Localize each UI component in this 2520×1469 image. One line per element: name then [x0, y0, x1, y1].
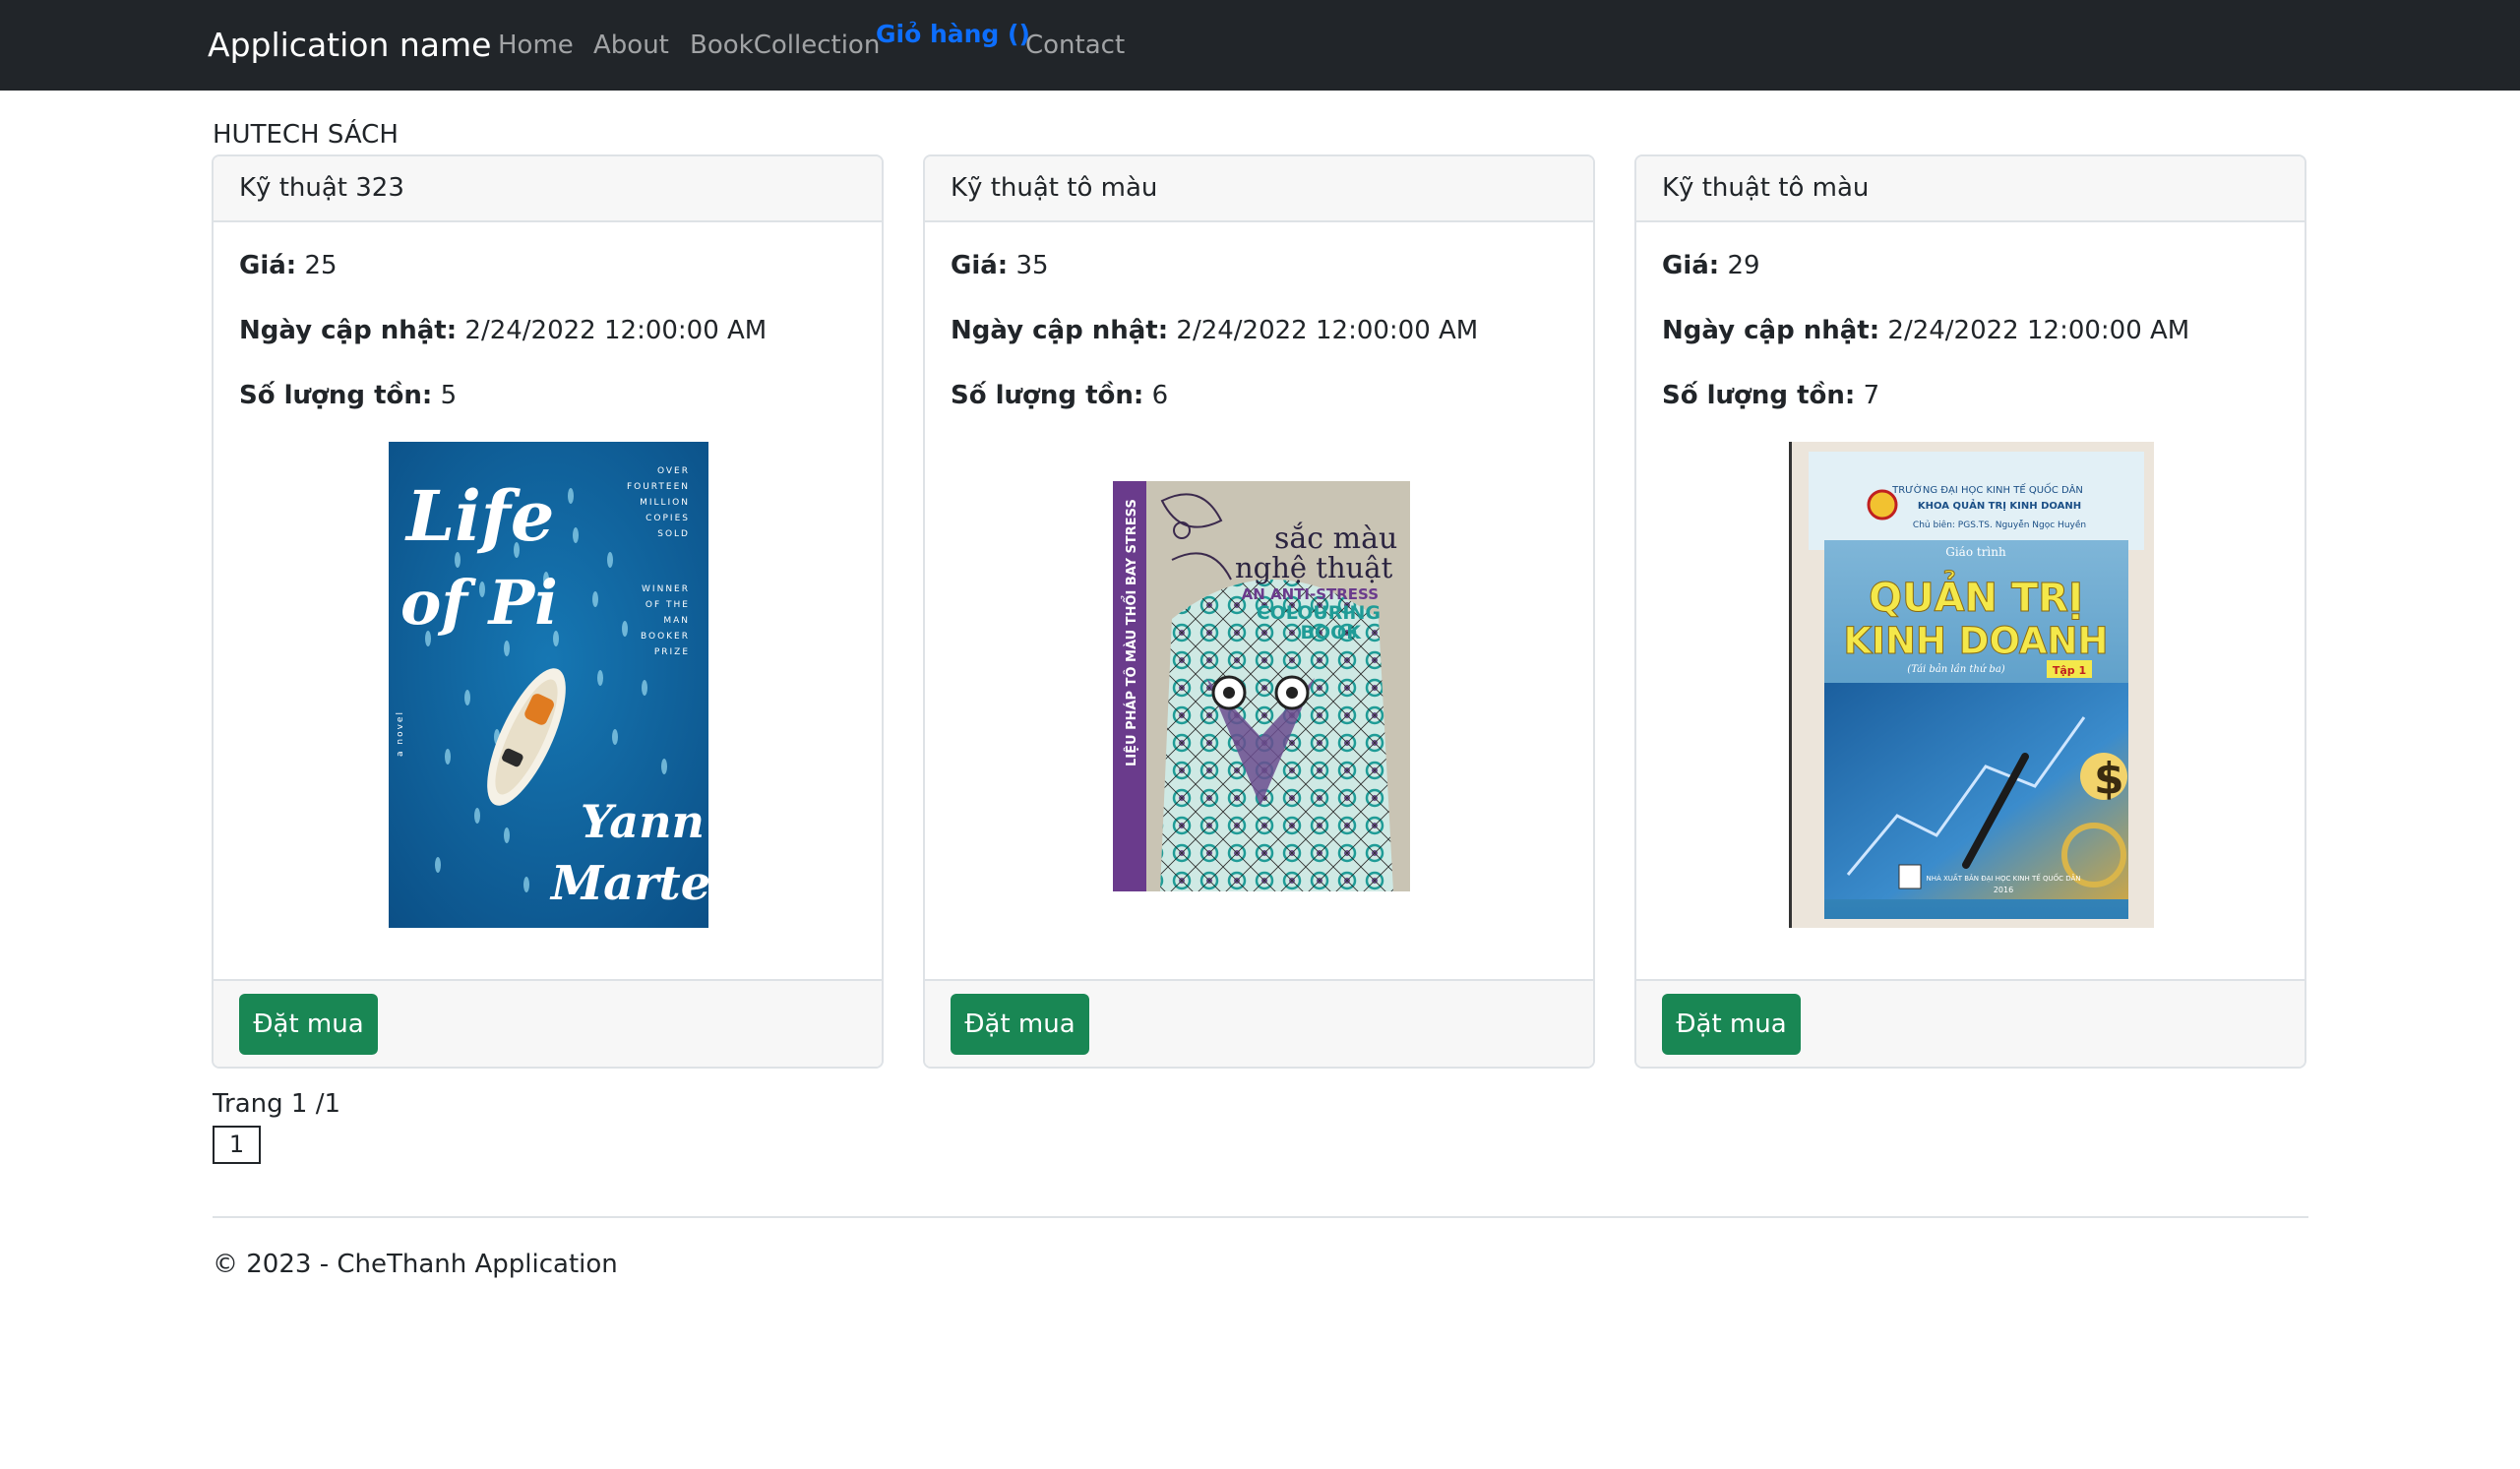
- cover-tagline: PRIZE: [654, 647, 690, 657]
- brand-link[interactable]: Application name: [208, 26, 491, 64]
- stock-field: Số lượng tồn: 6: [951, 381, 1168, 410]
- card-header: Kỹ thuật tô màu: [925, 156, 1593, 222]
- page-heading: HUTECH SÁCH: [213, 120, 399, 150]
- updated-field: Ngày cập nhật: 2/24/2022 12:00:00 AM: [1662, 316, 2189, 345]
- nav-link-home[interactable]: Home: [498, 31, 574, 60]
- buy-button[interactable]: Đặt mua: [951, 994, 1089, 1055]
- cover-subtitle-line3: BOOK: [1300, 622, 1362, 643]
- book-title: Kỹ thuật 323: [239, 173, 404, 203]
- cover-school: TRƯỜNG ĐẠI HỌC KINH TẾ QUỐC DÂN: [1891, 482, 2083, 496]
- price-value: 29: [1727, 251, 1760, 280]
- buy-button[interactable]: Đặt mua: [239, 994, 378, 1055]
- cover-editor: Chủ biên: PGS.TS. Nguyễn Ngọc Huyền: [1913, 520, 2086, 530]
- nav-link-cart[interactable]: Giỏ hàng (): [876, 20, 1030, 48]
- cover-author-line2: Martel: [549, 856, 708, 911]
- cover-side-text: a novel: [396, 710, 405, 757]
- cover-tagline: MILLION: [640, 498, 690, 508]
- stock-field: Số lượng tồn: 7: [1662, 381, 1879, 410]
- cover-tagline: COPIES: [645, 514, 690, 523]
- stock-label: Số lượng tồn:: [951, 381, 1144, 410]
- price-value: 35: [1015, 251, 1049, 280]
- buy-button[interactable]: Đặt mua: [1662, 994, 1801, 1055]
- stock-label: Số lượng tồn:: [239, 381, 433, 410]
- nav-link-book-collection[interactable]: BookCollection: [690, 31, 880, 60]
- book-title: Kỹ thuật tô màu: [951, 173, 1158, 203]
- book-cover-image: $ TRƯỜNG ĐẠI HỌC KINH TẾ QUỐC DÂN KHOA Q…: [1789, 442, 2154, 928]
- cover-volume: Tập 1: [2053, 664, 2086, 677]
- price-label: Giá:: [951, 251, 1009, 280]
- cover-spine-text: LIỆU PHÁP TÔ MÀU THỔI BAY STRESS: [1122, 499, 1139, 766]
- cover-author-line1: Yann: [581, 795, 705, 848]
- cover-subtitle-line1: AN ANTI-STRESS: [1242, 585, 1379, 603]
- nav-link-about[interactable]: About: [593, 31, 669, 60]
- book-card: Kỹ thuật tô màu Giá: 35 Ngày cập nhật: 2…: [923, 154, 1595, 1069]
- updated-field: Ngày cập nhật: 2/24/2022 12:00:00 AM: [951, 316, 1478, 345]
- updated-value: 2/24/2022 12:00:00 AM: [1887, 316, 2190, 345]
- cover-title-line2: nghệ thuật: [1235, 551, 1393, 584]
- card-header: Kỹ thuật tô màu: [1636, 156, 2305, 222]
- updated-value: 2/24/2022 12:00:00 AM: [464, 316, 768, 345]
- cover-tagline: WINNER: [642, 584, 690, 594]
- updated-label: Ngày cập nhật:: [239, 316, 458, 345]
- card-footer: Đặt mua: [925, 979, 1593, 1067]
- cover-tagline: SOLD: [657, 529, 690, 539]
- book-cover-image: LIỆU PHÁP TÔ MÀU THỔI BAY STRESS sắc màu…: [1113, 481, 1410, 891]
- card-footer: Đặt mua: [214, 979, 882, 1067]
- cover-year: 2016: [1994, 886, 2013, 894]
- footer-copyright: © 2023 - CheThanh Application: [213, 1250, 618, 1279]
- updated-field: Ngày cập nhật: 2/24/2022 12:00:00 AM: [239, 316, 767, 345]
- book-cover-image: Life of Pi Yann Martel OVER FOURTEEN MIL…: [389, 442, 708, 928]
- cover-tagline: MAN: [663, 616, 690, 626]
- cover-subtitle-line2: COLOURING: [1257, 602, 1381, 624]
- stock-value: 6: [1151, 381, 1169, 410]
- card-footer: Đặt mua: [1636, 979, 2305, 1067]
- cover-tagline: BOOKER: [641, 632, 690, 642]
- cover-title-line2: of Pi: [400, 567, 558, 639]
- updated-value: 2/24/2022 12:00:00 AM: [1176, 316, 1479, 345]
- price-label: Giá:: [239, 251, 297, 280]
- book-card: Kỹ thuật tô màu Giá: 29 Ngày cập nhật: 2…: [1634, 154, 2306, 1069]
- stock-value: 5: [440, 381, 458, 410]
- cover-label: Giáo trình: [1945, 545, 2006, 559]
- svg-text:$: $: [2094, 754, 2124, 804]
- book-card: Kỹ thuật 323 Giá: 25 Ngày cập nhật: 2/24…: [212, 154, 884, 1069]
- updated-label: Ngày cập nhật:: [1662, 316, 1880, 345]
- footer-divider: [213, 1216, 2308, 1218]
- updated-label: Ngày cập nhật:: [951, 316, 1169, 345]
- price-field: Giá: 25: [239, 251, 338, 280]
- card-header: Kỹ thuật 323: [214, 156, 882, 222]
- cover-tagline: OVER: [657, 466, 690, 476]
- book-title: Kỹ thuật tô màu: [1662, 173, 1870, 203]
- cover-title-line1: QUẢN TRỊ: [1869, 569, 2083, 621]
- cover-title-line2: KINH DOANH: [1844, 620, 2109, 662]
- stock-field: Số lượng tồn: 5: [239, 381, 457, 410]
- pagination-info: Trang 1 /1: [213, 1089, 341, 1119]
- stock-value: 7: [1863, 381, 1880, 410]
- top-navbar: Application name Home About BookCollecti…: [0, 0, 2520, 91]
- nav-link-contact[interactable]: Contact: [1025, 31, 1125, 60]
- price-value: 25: [304, 251, 338, 280]
- cover-tagline: OF THE: [645, 600, 690, 610]
- price-field: Giá: 29: [1662, 251, 1760, 280]
- cover-tagline: FOURTEEN: [627, 482, 690, 492]
- cover-edition: (Tái bản lần thứ ba): [1907, 663, 2005, 675]
- cover-publisher: NHÀ XUẤT BẢN ĐẠI HỌC KINH TẾ QUỐC DÂN: [1926, 873, 2080, 883]
- price-field: Giá: 35: [951, 251, 1049, 280]
- cover-faculty: KHOA QUẢN TRỊ KINH DOANH: [1918, 498, 2081, 512]
- price-label: Giá:: [1662, 251, 1720, 280]
- cover-title-line1: Life: [404, 475, 554, 557]
- pagination-page-1[interactable]: 1: [213, 1126, 261, 1164]
- stock-label: Số lượng tồn:: [1662, 381, 1856, 410]
